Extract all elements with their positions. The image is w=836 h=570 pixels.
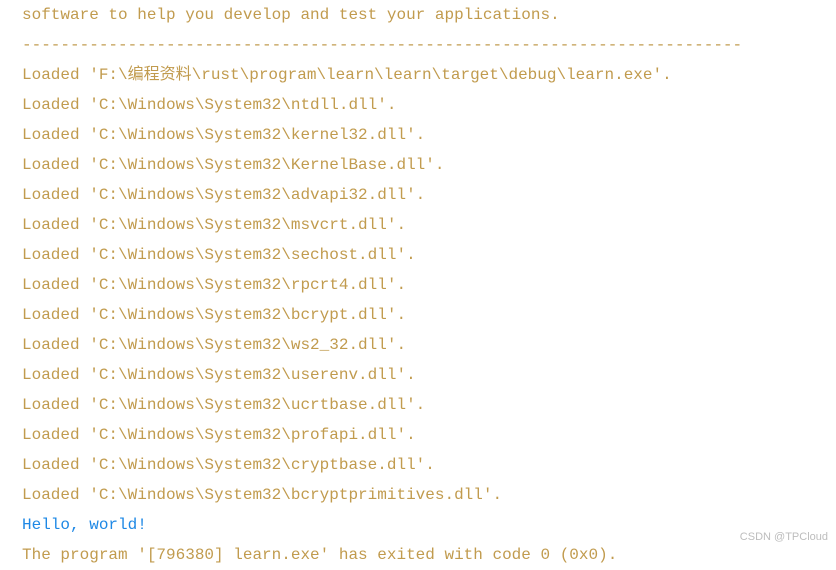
console-line: ----------------------------------------… [22, 30, 836, 60]
console-line: Loaded 'C:\Windows\System32\sechost.dll'… [22, 240, 836, 270]
console-line: Loaded 'C:\Windows\System32\bcryptprimit… [22, 480, 836, 510]
console-line: The program '[796380] learn.exe' has exi… [22, 540, 836, 570]
console-line: Loaded 'C:\Windows\System32\ucrtbase.dll… [22, 390, 836, 420]
console-line: software to help you develop and test yo… [22, 0, 836, 30]
console-line-stdout: Hello, world! [22, 510, 836, 540]
console-line: Loaded 'C:\Windows\System32\msvcrt.dll'. [22, 210, 836, 240]
console-line: Loaded 'C:\Windows\System32\cryptbase.dl… [22, 450, 836, 480]
console-line: Loaded 'C:\Windows\System32\advapi32.dll… [22, 180, 836, 210]
console-line: Loaded 'F:\编程资料\rust\program\learn\learn… [22, 60, 836, 90]
console-line: Loaded 'C:\Windows\System32\KernelBase.d… [22, 150, 836, 180]
console-output: software to help you develop and test yo… [0, 0, 836, 570]
console-line: Loaded 'C:\Windows\System32\rpcrt4.dll'. [22, 270, 836, 300]
console-line: Loaded 'C:\Windows\System32\ws2_32.dll'. [22, 330, 836, 360]
watermark: CSDN @TPCloud [740, 532, 828, 543]
console-line: Loaded 'C:\Windows\System32\profapi.dll'… [22, 420, 836, 450]
console-line: Loaded 'C:\Windows\System32\ntdll.dll'. [22, 90, 836, 120]
console-line: Loaded 'C:\Windows\System32\kernel32.dll… [22, 120, 836, 150]
console-line: Loaded 'C:\Windows\System32\userenv.dll'… [22, 360, 836, 390]
console-line: Loaded 'C:\Windows\System32\bcrypt.dll'. [22, 300, 836, 330]
